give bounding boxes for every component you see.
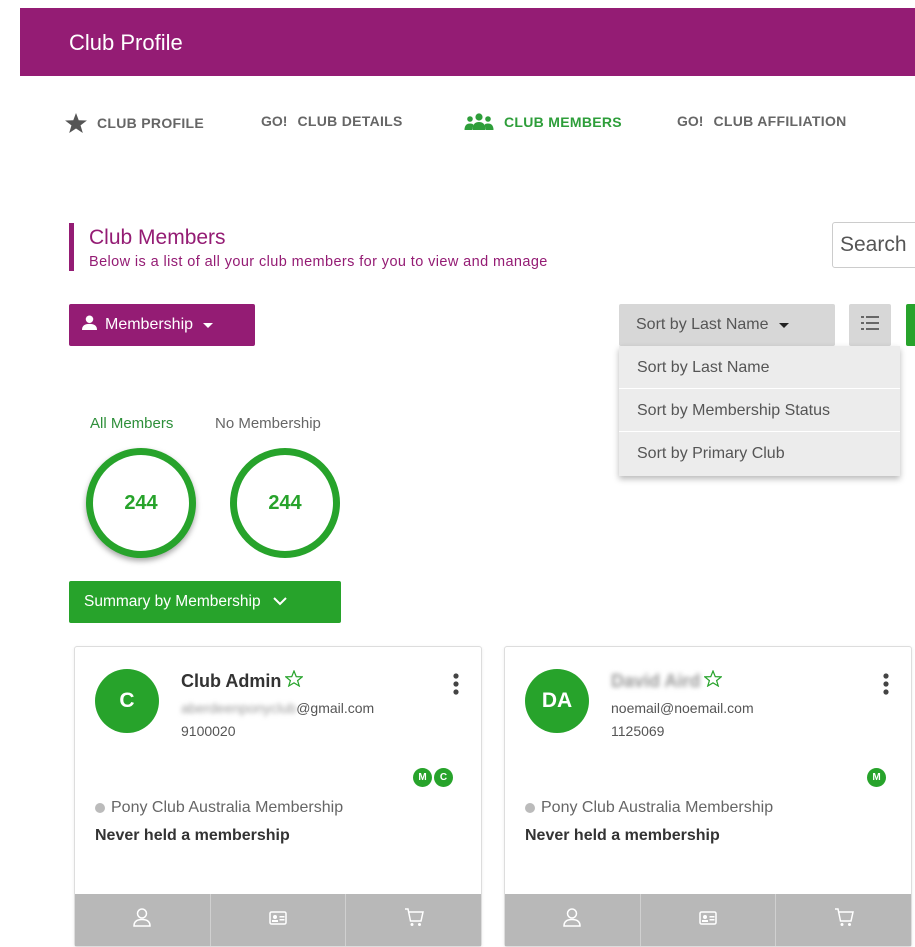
cart-icon — [404, 908, 424, 932]
membership-badges: M C — [413, 768, 453, 787]
stat-label-no-membership[interactable]: No Membership — [215, 415, 321, 432]
section-subtitle: Below is a list of all your club members… — [89, 254, 548, 270]
sort-option-primary-club[interactable]: Sort by Primary Club — [619, 432, 900, 475]
user-outline-icon — [563, 908, 582, 932]
search-input[interactable]: Search — [832, 222, 915, 268]
id-card-button[interactable] — [641, 894, 777, 946]
user-icon — [82, 315, 97, 335]
section-title: Club Members — [89, 226, 226, 249]
member-card: DA David Aird noemail@noemail.com 112506… — [504, 646, 912, 947]
chevron-down-icon — [272, 593, 287, 611]
membership-filter-button[interactable]: Membership — [69, 304, 255, 346]
avatar: DA — [525, 669, 589, 733]
tab-club-affiliation[interactable]: GO! CLUB AFFILIATION — [677, 113, 847, 129]
member-card: C Club Admin aberdeenponyclub@gmail.com … — [74, 646, 482, 947]
membership-type: Pony Club Australia Membership — [95, 799, 343, 817]
status-dot-icon — [525, 803, 535, 813]
more-options-icon[interactable] — [883, 673, 889, 700]
user-outline-icon — [133, 908, 152, 932]
sort-option-last-name[interactable]: Sort by Last Name — [619, 346, 900, 389]
member-email: aberdeenponyclub@gmail.com — [181, 700, 374, 716]
tab-label: CLUB AFFILIATION — [713, 113, 847, 129]
tab-label: CLUB MEMBERS — [504, 114, 622, 130]
id-card-icon — [269, 910, 287, 930]
member-email-hidden: aberdeenponyclub — [181, 700, 297, 716]
id-card-button[interactable] — [211, 894, 347, 946]
membership-status: Never held a membership — [95, 827, 290, 844]
badge: C — [434, 768, 453, 787]
tab-club-members[interactable]: CLUB MEMBERS — [464, 113, 622, 131]
member-name[interactable]: Club Admin — [181, 669, 305, 692]
app-header: Club Profile — [20, 8, 915, 76]
card-actions — [75, 894, 481, 946]
card-actions — [505, 894, 911, 946]
list-icon — [861, 315, 879, 335]
sort-menu: Sort by Last Name Sort by Membership Sta… — [619, 346, 900, 476]
member-email: noemail@noemail.com — [611, 700, 754, 716]
badge: M — [413, 768, 432, 787]
more-options-icon[interactable] — [453, 673, 459, 700]
page-title: Club Profile — [69, 30, 183, 55]
member-name[interactable]: David Aird — [611, 669, 724, 692]
id-card-icon — [699, 910, 717, 930]
membership-type-text: Pony Club Australia Membership — [541, 799, 774, 816]
membership-type-text: Pony Club Australia Membership — [111, 799, 344, 816]
go-icon: GO! — [677, 113, 704, 129]
member-email-domain: @gmail.com — [296, 700, 375, 716]
profile-button[interactable] — [75, 894, 211, 946]
tab-club-details[interactable]: GO! CLUB DETAILS — [261, 113, 403, 129]
membership-type: Pony Club Australia Membership — [525, 799, 773, 817]
tab-club-profile[interactable]: CLUB PROFILE — [65, 113, 204, 133]
sort-option-membership-status[interactable]: Sort by Membership Status — [619, 389, 900, 432]
tab-label: CLUB DETAILS — [297, 113, 403, 129]
cart-button[interactable] — [346, 894, 481, 946]
caret-down-icon — [778, 322, 789, 328]
stat-label-all-members[interactable]: All Members — [90, 415, 173, 432]
sort-label: Sort by Last Name — [636, 316, 769, 333]
grid-view-button[interactable] — [906, 304, 915, 346]
cart-icon — [834, 908, 854, 932]
summary-by-membership-button[interactable]: Summary by Membership — [69, 581, 341, 623]
stat-ring-no-membership[interactable]: 244 — [230, 448, 340, 558]
membership-status: Never held a membership — [525, 827, 720, 844]
section-accent-bar — [69, 223, 74, 271]
member-id: 1125069 — [611, 723, 665, 739]
summary-label: Summary by Membership — [84, 593, 261, 610]
badge: M — [867, 768, 886, 787]
member-name-text: David Aird — [611, 670, 701, 691]
cart-button[interactable] — [776, 894, 911, 946]
star-outline-icon[interactable] — [703, 669, 724, 692]
profile-button[interactable] — [505, 894, 641, 946]
status-dot-icon — [95, 803, 105, 813]
sort-dropdown-button[interactable]: Sort by Last Name — [619, 304, 835, 346]
go-icon: GO! — [261, 113, 288, 129]
users-icon — [464, 113, 494, 131]
tab-label: CLUB PROFILE — [97, 115, 205, 131]
member-name-text: Club Admin — [181, 670, 282, 691]
star-icon — [65, 113, 87, 133]
member-id: 9100020 — [181, 723, 236, 739]
star-outline-icon[interactable] — [284, 669, 305, 692]
membership-badges: M — [867, 768, 886, 787]
membership-label: Membership — [105, 316, 194, 333]
list-view-button[interactable] — [849, 304, 891, 346]
avatar: C — [95, 669, 159, 733]
stat-ring-all-members[interactable]: 244 — [86, 448, 196, 558]
caret-down-icon — [203, 322, 214, 328]
